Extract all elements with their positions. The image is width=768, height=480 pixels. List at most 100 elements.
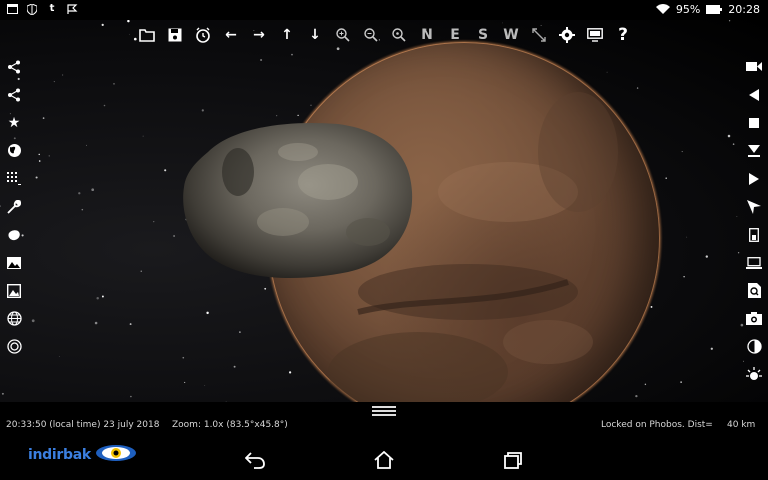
asteroid-icon[interactable] — [3, 223, 25, 246]
star — [686, 236, 688, 238]
brand-text: indirbak — [28, 447, 91, 463]
search-document-icon[interactable] — [743, 279, 765, 302]
current-datetime: 20:33:50 (local time) 23 july 2018 — [6, 420, 160, 430]
direction-east[interactable]: E — [444, 24, 466, 46]
star — [260, 58, 263, 62]
star — [78, 192, 81, 195]
star — [644, 383, 647, 386]
world-grid-icon[interactable] — [3, 307, 25, 330]
info-bar: 20:33:50 (local time) 23 july 2018 Zoom:… — [0, 402, 768, 438]
star — [206, 311, 209, 315]
star — [728, 20, 731, 22]
direction-north[interactable]: N — [416, 24, 438, 46]
arrow-left-icon[interactable]: ← — [220, 24, 242, 46]
direction-south[interactable]: S — [472, 24, 494, 46]
battery-icon — [706, 4, 723, 16]
star — [86, 144, 87, 146]
star — [140, 270, 142, 272]
zoom-out-icon[interactable] — [360, 24, 382, 46]
star — [705, 255, 708, 258]
star — [606, 71, 608, 73]
star — [650, 305, 653, 308]
wifi-icon — [655, 4, 670, 16]
right-toolbar — [743, 55, 765, 386]
help-icon[interactable]: ? — [612, 24, 634, 46]
target-icon[interactable] — [3, 335, 25, 358]
star — [142, 135, 144, 137]
home-button[interactable] — [372, 448, 396, 472]
video-camera-icon[interactable] — [743, 55, 765, 78]
zoom-reset-icon[interactable] — [388, 24, 410, 46]
drawer-handle-icon[interactable] — [372, 406, 396, 418]
wrench-icon[interactable] — [3, 195, 25, 218]
share-alt-icon[interactable] — [3, 83, 25, 106]
space-viewport[interactable] — [0, 20, 768, 402]
star — [737, 252, 740, 254]
play-icon[interactable] — [743, 167, 765, 190]
step-down-icon[interactable] — [743, 139, 765, 162]
globe-icon[interactable] — [3, 139, 25, 162]
star — [239, 331, 241, 333]
zoom-readout: Zoom: 1.0x (83.5°x45.8°) — [172, 420, 288, 430]
brand-watermark: indirbak — [28, 444, 137, 466]
top-toolbar: ← → ↑ ↓ N E S W ? — [136, 24, 634, 46]
direction-west[interactable]: W — [500, 24, 522, 46]
star — [94, 321, 98, 325]
star — [310, 104, 312, 107]
arrow-up-icon[interactable]: ↑ — [276, 24, 298, 46]
device-icon[interactable] — [743, 223, 765, 246]
star — [101, 295, 104, 298]
star — [635, 394, 638, 398]
contrast-icon[interactable] — [743, 335, 765, 358]
star — [710, 347, 713, 350]
display-monitor-icon[interactable] — [584, 24, 606, 46]
back-button[interactable] — [243, 448, 267, 472]
recent-apps-button[interactable] — [501, 448, 525, 472]
cursor-icon[interactable] — [743, 195, 765, 218]
star — [184, 381, 186, 383]
fullscreen-icon[interactable] — [528, 24, 550, 46]
star — [91, 188, 95, 192]
window-icon — [6, 3, 18, 15]
star — [62, 74, 64, 76]
stop-icon[interactable] — [743, 111, 765, 134]
star — [204, 385, 206, 386]
save-icon[interactable] — [164, 24, 186, 46]
star — [683, 276, 685, 278]
brightness-icon[interactable] — [743, 363, 765, 386]
star — [164, 169, 167, 172]
status-right: 95% 20:28 — [655, 3, 760, 16]
arrow-right-icon[interactable]: → — [248, 24, 270, 46]
star — [31, 319, 35, 323]
play-reverse-icon[interactable] — [743, 83, 765, 106]
star-icon[interactable]: ★ — [3, 111, 25, 134]
status-left-icons: t — [6, 3, 78, 15]
star — [681, 151, 683, 153]
shield-icon — [26, 3, 38, 15]
image-frame-icon[interactable] — [3, 279, 25, 302]
eye-logo-icon — [95, 444, 137, 466]
left-toolbar: ★ — [3, 55, 25, 358]
alarm-clock-icon[interactable] — [192, 24, 214, 46]
grid-icon[interactable] — [3, 167, 25, 190]
share-icon[interactable] — [3, 55, 25, 78]
laptop-icon[interactable] — [743, 251, 765, 274]
image-icon[interactable] — [3, 251, 25, 274]
star — [153, 220, 155, 223]
star — [665, 177, 667, 179]
star — [81, 208, 84, 211]
arrow-down-icon[interactable]: ↓ — [304, 24, 326, 46]
star — [129, 33, 130, 35]
zoom-in-icon[interactable] — [332, 24, 354, 46]
settings-gear-icon[interactable] — [556, 24, 578, 46]
phobos-moon[interactable] — [178, 112, 414, 284]
open-folder-icon[interactable] — [136, 24, 158, 46]
star — [127, 20, 130, 23]
star — [38, 160, 41, 162]
star — [173, 235, 176, 237]
star — [58, 356, 60, 357]
star — [732, 143, 735, 145]
star — [101, 23, 104, 27]
locked-target-text: Locked on Phobos. Dist= — [601, 420, 713, 430]
camera-icon[interactable] — [743, 307, 765, 330]
